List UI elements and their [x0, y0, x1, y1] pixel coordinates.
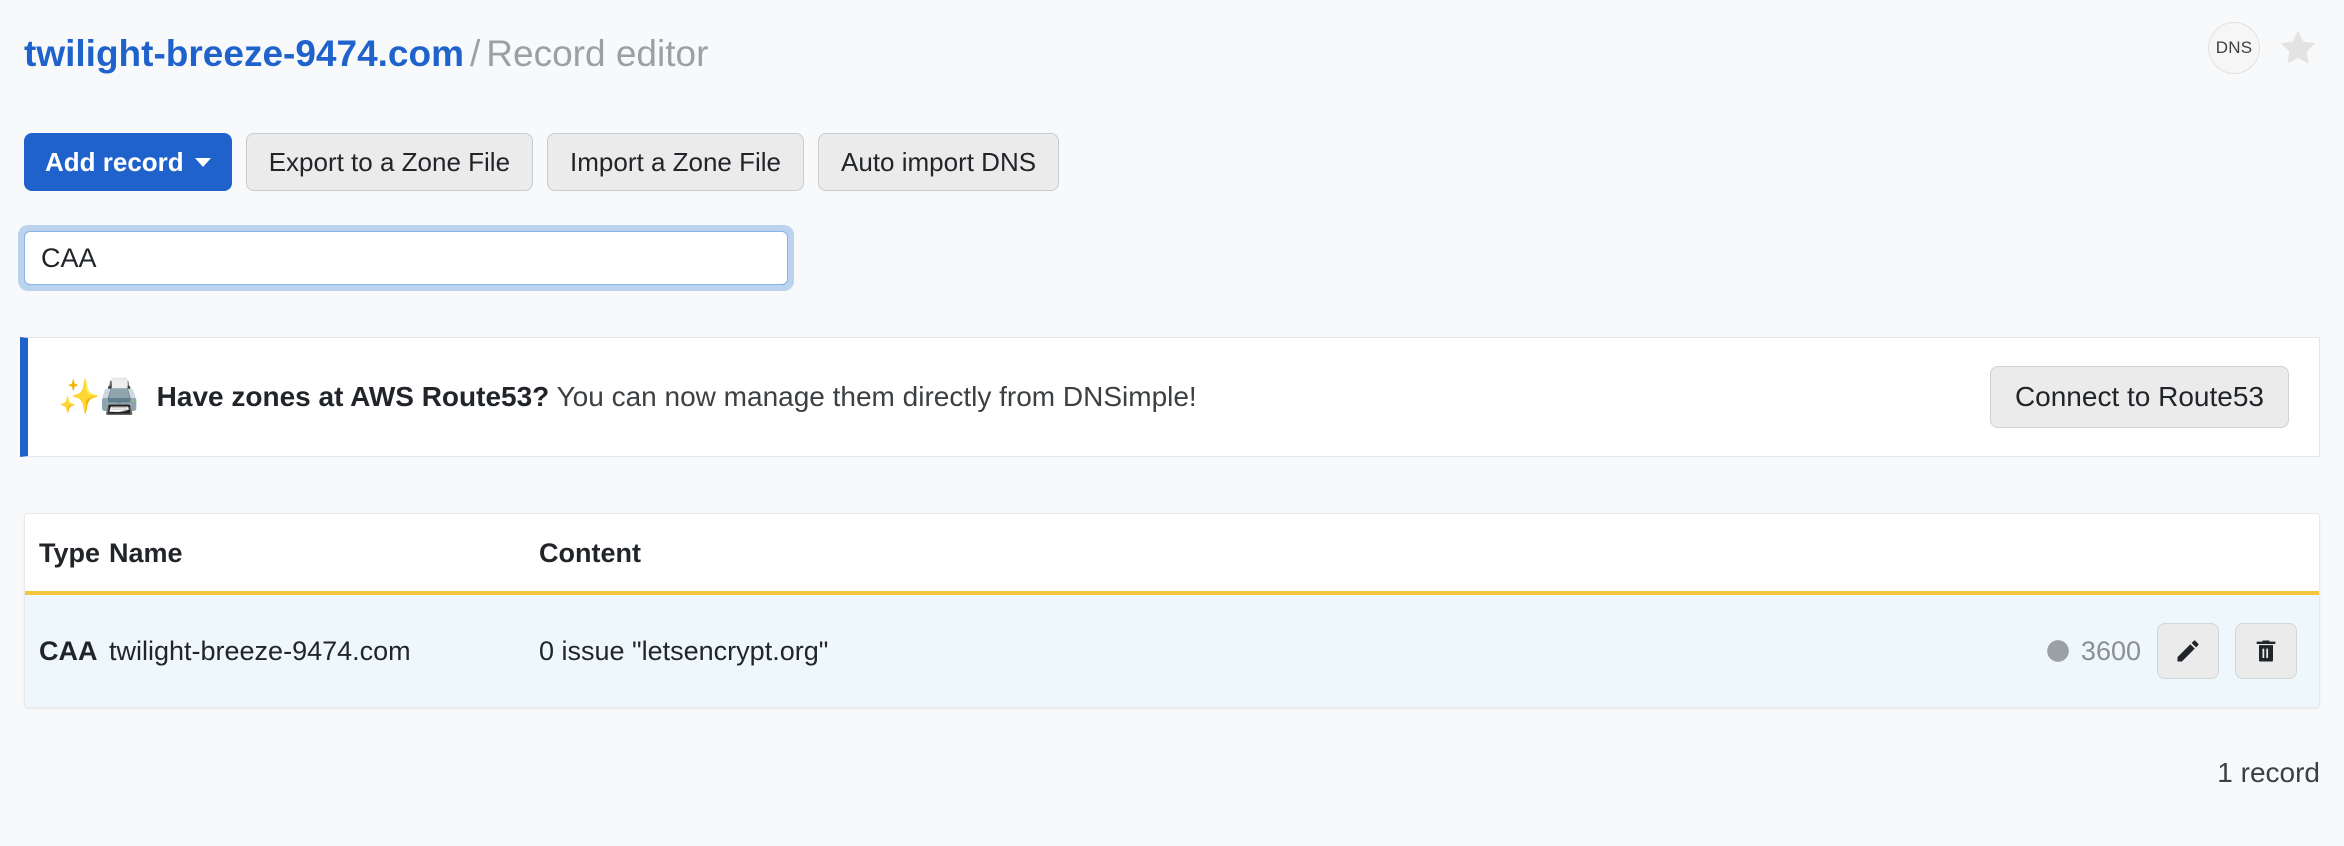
record-actions-inner: 3600	[1899, 623, 2297, 679]
auto-import-dns-button[interactable]: Auto import DNS	[818, 133, 1059, 191]
column-header-type: Type	[25, 514, 109, 593]
column-header-actions	[1899, 514, 2319, 593]
delete-record-button[interactable]	[2235, 623, 2297, 679]
column-header-content: Content	[539, 514, 1899, 593]
record-actions: 3600	[1899, 593, 2319, 707]
record-count: 1 record	[2217, 757, 2320, 789]
breadcrumb-current-section: Record editor	[486, 33, 708, 74]
breadcrumb-separator: /	[464, 33, 486, 74]
export-zone-file-button[interactable]: Export to a Zone File	[246, 133, 533, 191]
banner-message: Have zones at AWS Route53? You can now m…	[157, 381, 1197, 413]
records-table-head: Type Name Content	[25, 514, 2319, 593]
record-content: 0 issue "letsencrypt.org"	[539, 593, 1899, 707]
record-editor-page: twilight-breeze-9474.com/Record editor D…	[0, 0, 2344, 846]
record-ttl: 3600	[2045, 636, 2141, 667]
edit-record-button[interactable]	[2157, 623, 2219, 679]
search-field-wrapper	[18, 225, 794, 291]
clock-icon	[2045, 638, 2071, 664]
header-actions: DNS	[2208, 22, 2320, 74]
banner-headline: Have zones at AWS Route53?	[157, 381, 550, 412]
sparkles-printer-icon: ✨🖨️	[58, 380, 139, 414]
add-record-button[interactable]: Add record	[24, 133, 232, 191]
table-row[interactable]: CAA twilight-breeze-9474.com 0 issue "le…	[25, 593, 2319, 707]
record-name: twilight-breeze-9474.com	[109, 593, 539, 707]
connect-to-route53-button[interactable]: Connect to Route53	[1990, 366, 2289, 428]
records-table-card: Type Name Content CAA twilight-breeze-94…	[24, 513, 2320, 708]
add-record-label: Add record	[45, 149, 184, 175]
page-title: twilight-breeze-9474.com/Record editor	[24, 34, 708, 75]
dns-badge[interactable]: DNS	[2208, 22, 2260, 74]
record-ttl-value: 3600	[2081, 636, 2141, 667]
records-table: Type Name Content CAA twilight-breeze-94…	[25, 514, 2319, 707]
breadcrumb-domain-link[interactable]: twilight-breeze-9474.com	[24, 33, 464, 74]
banner-body: You can now manage them directly from DN…	[549, 381, 1196, 412]
star-icon[interactable]	[2276, 26, 2320, 70]
records-table-body: CAA twilight-breeze-9474.com 0 issue "le…	[25, 593, 2319, 707]
table-header-row: Type Name Content	[25, 514, 2319, 593]
toolbar: Add record Export to a Zone File Import …	[24, 133, 1059, 191]
trash-icon	[2252, 637, 2280, 665]
pencil-icon	[2174, 637, 2202, 665]
column-header-name: Name	[109, 514, 539, 593]
route53-banner: ✨🖨️ Have zones at AWS Route53? You can n…	[20, 337, 2320, 457]
search-input[interactable]	[24, 231, 788, 285]
record-type: CAA	[25, 593, 109, 707]
chevron-down-icon	[195, 158, 211, 167]
page-header: twilight-breeze-9474.com/Record editor D…	[24, 26, 2320, 82]
import-zone-file-button[interactable]: Import a Zone File	[547, 133, 804, 191]
